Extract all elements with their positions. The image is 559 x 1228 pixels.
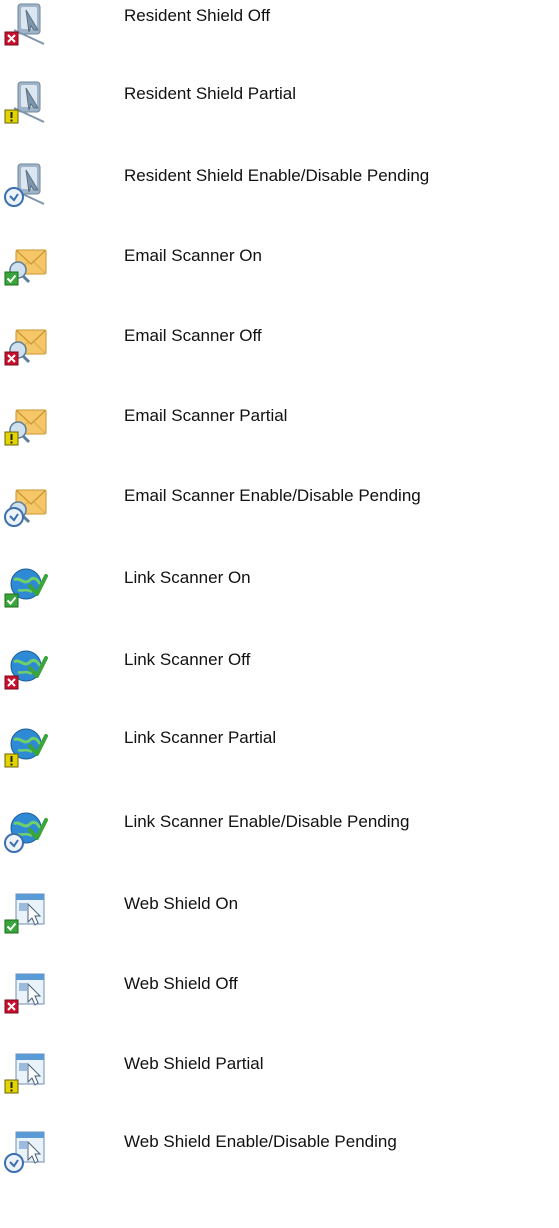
legend-row-link-scanner-on: Link Scanner On [0,562,559,642]
legend-row-link-scanner-off: Link Scanner Off [0,644,559,724]
legend-row-web-shield-on: Web Shield On [0,888,559,968]
legend-label: Email Scanner Enable/Disable Pending [124,486,421,505]
partial-exclamation-icon [4,431,19,446]
legend-row-resident-shield-enable-disable-pending: Resident Shield Enable/Disable Pending [0,160,559,240]
off-x-icon [4,675,19,690]
legend-label: Email Scanner Partial [124,406,288,425]
legend-label: Resident Shield Off [124,6,271,25]
pending-clock-icon [4,507,24,527]
legend-row-resident-shield-partial: Resident Shield Partial [0,78,559,158]
resident-shield-icon [4,0,48,48]
partial-exclamation-icon [4,109,19,124]
off-x-icon [4,999,19,1014]
pending-clock-icon [4,833,24,853]
legend-row-email-scanner-off: Email Scanner Off [0,320,559,400]
off-x-icon [4,31,19,46]
legend-row-resident-shield-off: Resident Shield Off [0,0,559,80]
web-shield-icon [15,973,45,1006]
legend-label: Web Shield Partial [124,1054,264,1073]
pending-clock-icon [4,1153,24,1173]
legend-row-link-scanner-enable-disable-pending: Link Scanner Enable/Disable Pending [0,806,559,886]
legend-label: Email Scanner On [124,246,262,265]
web-shield-icon [4,1048,48,1096]
legend-label: Link Scanner Enable/Disable Pending [124,812,410,831]
on-check-icon [4,271,19,286]
partial-exclamation-icon [4,753,19,768]
legend-row-web-shield-partial: Web Shield Partial [0,1048,559,1128]
partial-exclamation-icon [4,1079,19,1094]
legend-label: Link Scanner Partial [124,728,277,747]
email-scanner-icon [4,240,48,288]
legend-label: Link Scanner On [124,568,251,587]
on-check-icon [4,593,19,608]
web-shield-icon [4,1126,48,1174]
web-shield-icon [4,968,48,1016]
legend-row-web-shield-enable-disable-pending: Web Shield Enable/Disable Pending [0,1126,559,1206]
resident-shield-icon [4,78,48,126]
legend-label: Link Scanner Off [124,650,251,669]
resident-shield-icon [4,160,48,208]
legend-label: Web Shield Off [124,974,238,993]
email-scanner-icon [4,320,48,368]
legend-label: Resident Shield Enable/Disable Pending [124,166,430,185]
legend-row-email-scanner-partial: Email Scanner Partial [0,400,559,480]
legend-label: Email Scanner Off [124,326,262,345]
legend-row-web-shield-off: Web Shield Off [0,968,559,1048]
email-scanner-icon [4,480,48,528]
legend-row-link-scanner-partial: Link Scanner Partial [0,722,559,802]
on-check-icon [4,919,19,934]
legend-row-email-scanner-enable-disable-pending: Email Scanner Enable/Disable Pending [0,480,559,560]
email-scanner-icon [4,400,48,448]
legend-label: Web Shield Enable/Disable Pending [124,1132,397,1151]
web-shield-icon [4,888,48,936]
off-x-icon [4,351,19,366]
web-shield-icon [15,893,45,926]
legend-label: Web Shield On [124,894,239,913]
legend-label: Resident Shield Partial [124,84,296,103]
link-scanner-icon [4,806,48,854]
pending-clock-icon [4,187,24,207]
legend-row-email-scanner-on: Email Scanner On [0,240,559,320]
link-scanner-icon [4,722,48,770]
web-shield-icon [15,1053,45,1086]
link-scanner-icon [4,562,48,610]
link-scanner-icon [4,644,48,692]
